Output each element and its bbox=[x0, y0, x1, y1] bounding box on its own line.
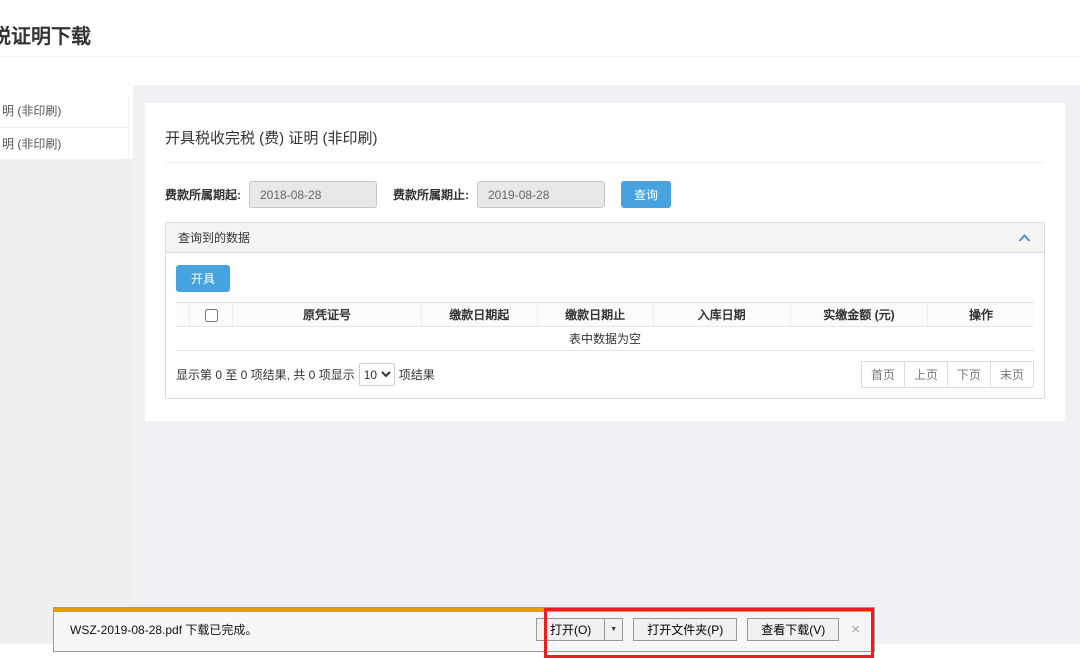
column-header-paid-amount: 实缴金额 (元) bbox=[790, 303, 927, 327]
content-area: 开具税收完税 (费) 证明 (非印刷) 费款所属期起: 费款所属期止: 查询 查… bbox=[133, 85, 1080, 644]
sidebar: 明 (非印刷) 明 (非印刷) bbox=[0, 85, 133, 644]
results-table: 原凭证号 缴款日期起 缴款日期止 入库日期 实缴金额 (元) 操作 表中数据为空 bbox=[176, 302, 1034, 351]
page-title: 税证明下载 bbox=[0, 0, 1080, 49]
sidebar-item-certificate-2[interactable]: 明 (非印刷) bbox=[0, 127, 128, 159]
column-header-storage-date: 入库日期 bbox=[653, 303, 790, 327]
pagination: 显示第 0 至 0 项结果, 共 0 项显示 10 项结果 首页 上页 下页 末… bbox=[176, 361, 1034, 388]
period-start-label: 费款所属期起: bbox=[165, 186, 241, 203]
sidebar-item-label: 明 (非印刷) bbox=[2, 104, 61, 118]
period-end-input[interactable] bbox=[477, 181, 605, 208]
sidebar-menu: 明 (非印刷) 明 (非印刷) bbox=[0, 95, 128, 159]
select-all-checkbox[interactable] bbox=[205, 309, 218, 322]
download-actions: 打开(O) ▼ 打开文件夹(P) 查看下载(V) × bbox=[536, 618, 862, 641]
card-heading: 开具税收完税 (费) 证明 (非印刷) bbox=[165, 119, 1045, 162]
open-folder-button[interactable]: 打开文件夹(P) bbox=[633, 618, 737, 641]
download-complete-message: WSZ-2019-08-28.pdf 下载已完成。 bbox=[70, 621, 257, 638]
results-panel-title: 查询到的数据 bbox=[178, 229, 250, 246]
results-count-text: 显示第 0 至 0 项结果, 共 0 项显示 bbox=[176, 366, 355, 383]
prev-page-button[interactable]: 上页 bbox=[904, 361, 948, 388]
column-header-voucher: 原凭证号 bbox=[233, 303, 422, 327]
page-size-select[interactable]: 10 bbox=[359, 363, 395, 386]
close-icon[interactable]: × bbox=[851, 622, 860, 637]
download-notification-bar: WSZ-2019-08-28.pdf 下载已完成。 打开(O) ▼ 打开文件夹(… bbox=[53, 607, 875, 652]
heading-divider bbox=[165, 162, 1045, 163]
certificate-card: 开具税收完税 (费) 证明 (非印刷) 费款所属期起: 费款所属期止: 查询 查… bbox=[145, 103, 1065, 421]
header-spacer bbox=[0, 57, 1080, 85]
period-end-label: 费款所属期止: bbox=[393, 186, 469, 203]
sidebar-item-label: 明 (非印刷) bbox=[2, 137, 61, 151]
chevron-up-icon bbox=[1017, 233, 1032, 243]
main-layout: 明 (非印刷) 明 (非印刷) 开具税收完税 (费) 证明 (非印刷) 费款所属… bbox=[0, 85, 1080, 644]
row-expand-column bbox=[176, 303, 190, 327]
select-all-column bbox=[190, 303, 233, 327]
column-header-actions: 操作 bbox=[928, 303, 1034, 327]
date-range-form: 费款所属期起: 费款所属期止: 查询 bbox=[165, 181, 1045, 208]
empty-row: 表中数据为空 bbox=[176, 327, 1034, 351]
results-panel-body: 开具 bbox=[166, 253, 1044, 398]
sidebar-filler bbox=[0, 159, 133, 644]
query-button[interactable]: 查询 bbox=[621, 181, 671, 208]
page-size-suffix: 项结果 bbox=[399, 366, 435, 383]
open-dropdown-arrow-icon[interactable]: ▼ bbox=[604, 618, 623, 641]
collapse-toggle[interactable] bbox=[1017, 233, 1032, 243]
column-header-pay-end: 缴款日期止 bbox=[537, 303, 653, 327]
empty-table-message: 表中数据为空 bbox=[176, 327, 1034, 351]
page-header: 税证明下载 bbox=[0, 0, 1080, 57]
period-start-input[interactable] bbox=[249, 181, 377, 208]
pagination-info: 显示第 0 至 0 项结果, 共 0 项显示 10 项结果 bbox=[176, 363, 435, 386]
results-panel: 查询到的数据 开具 bbox=[165, 222, 1045, 399]
column-header-pay-start: 缴款日期起 bbox=[421, 303, 537, 327]
results-panel-header: 查询到的数据 bbox=[166, 223, 1044, 253]
sidebar-item-certificate-1[interactable]: 明 (非印刷) bbox=[0, 95, 128, 127]
table-header-row: 原凭证号 缴款日期起 缴款日期止 入库日期 实缴金额 (元) 操作 bbox=[176, 303, 1034, 327]
download-bar-content: WSZ-2019-08-28.pdf 下载已完成。 打开(O) ▼ 打开文件夹(… bbox=[54, 612, 874, 646]
last-page-button[interactable]: 末页 bbox=[990, 361, 1034, 388]
next-page-button[interactable]: 下页 bbox=[947, 361, 991, 388]
view-downloads-button[interactable]: 查看下载(V) bbox=[747, 618, 839, 641]
pager-buttons: 首页 上页 下页 末页 bbox=[862, 361, 1034, 388]
open-file-button[interactable]: 打开(O) bbox=[536, 618, 604, 641]
issue-button[interactable]: 开具 bbox=[176, 265, 230, 292]
first-page-button[interactable]: 首页 bbox=[861, 361, 905, 388]
